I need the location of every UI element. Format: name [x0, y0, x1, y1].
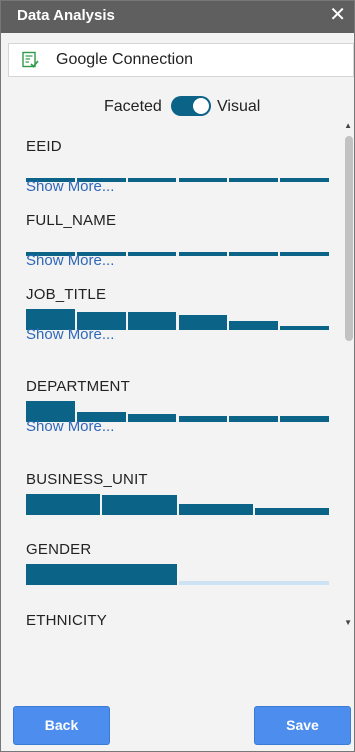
- histogram-bar[interactable]: [178, 416, 228, 422]
- save-button[interactable]: Save: [254, 706, 351, 745]
- show-more-link[interactable]: Show More...: [26, 326, 114, 343]
- close-icon[interactable]: ✕: [329, 4, 346, 26]
- field-histogram: [26, 493, 329, 515]
- view-toggle-row: Faceted Visual: [1, 95, 354, 119]
- show-more-link[interactable]: Show More...: [26, 418, 114, 435]
- title-bar: Data Analysis ✕: [1, 1, 354, 33]
- visual-label[interactable]: Visual: [217, 98, 260, 116]
- field-name: JOB_TITLE: [26, 286, 107, 303]
- histogram-bar[interactable]: [127, 414, 177, 422]
- field-name: FULL_NAME: [26, 212, 117, 229]
- histogram-bar[interactable]: [178, 315, 228, 330]
- histogram-bar[interactable]: [229, 321, 279, 330]
- histogram-bar[interactable]: [127, 178, 177, 182]
- histogram-bar[interactable]: [280, 178, 329, 182]
- histogram-bar[interactable]: [26, 564, 177, 585]
- histogram-bar[interactable]: [254, 508, 329, 515]
- histogram-bar[interactable]: [178, 581, 329, 585]
- sheet-check-icon: [22, 51, 39, 68]
- field-name: ETHNICITY: [26, 612, 107, 629]
- field-histogram: [26, 563, 329, 585]
- histogram-bar[interactable]: [178, 178, 228, 182]
- histogram-bar[interactable]: [280, 416, 329, 422]
- show-more-link[interactable]: Show More...: [26, 178, 114, 195]
- fields-list: EEID Show More... FULL_NAME Show More... JOB…: [1, 126, 354, 694]
- field-name: GENDER: [26, 541, 92, 558]
- toggle-knob: [193, 98, 209, 114]
- histogram-bar[interactable]: [127, 252, 177, 256]
- histogram-bar[interactable]: [102, 495, 177, 515]
- histogram-bar[interactable]: [229, 178, 279, 182]
- field-name: DEPARTMENT: [26, 378, 130, 395]
- window-title: Data Analysis: [17, 7, 115, 24]
- show-more-link[interactable]: Show More...: [26, 252, 114, 269]
- connection-selector[interactable]: Google Connection: [8, 43, 354, 77]
- field-name: BUSINESS_UNIT: [26, 471, 148, 488]
- scrollbar-thumb[interactable]: [345, 136, 353, 341]
- field-name: EEID: [26, 138, 62, 155]
- view-toggle-switch[interactable]: [171, 96, 211, 116]
- scroll-up-icon[interactable]: ▲: [344, 121, 352, 130]
- histogram-bar[interactable]: [229, 416, 279, 422]
- histogram-bar[interactable]: [229, 252, 279, 256]
- histogram-bar[interactable]: [178, 504, 253, 515]
- footer: Back Save: [1, 694, 354, 751]
- back-button[interactable]: Back: [13, 706, 110, 745]
- scroll-down-icon[interactable]: ▼: [344, 618, 352, 627]
- histogram-bar[interactable]: [127, 312, 177, 330]
- histogram-bar[interactable]: [26, 494, 101, 515]
- histogram-bar[interactable]: [280, 326, 329, 330]
- histogram-bar[interactable]: [178, 252, 228, 256]
- connection-label: Google Connection: [56, 51, 193, 68]
- faceted-label[interactable]: Faceted: [104, 98, 162, 116]
- histogram-bar[interactable]: [280, 252, 329, 256]
- data-analysis-panel: Data Analysis ✕ Google Connection Facete…: [0, 0, 355, 752]
